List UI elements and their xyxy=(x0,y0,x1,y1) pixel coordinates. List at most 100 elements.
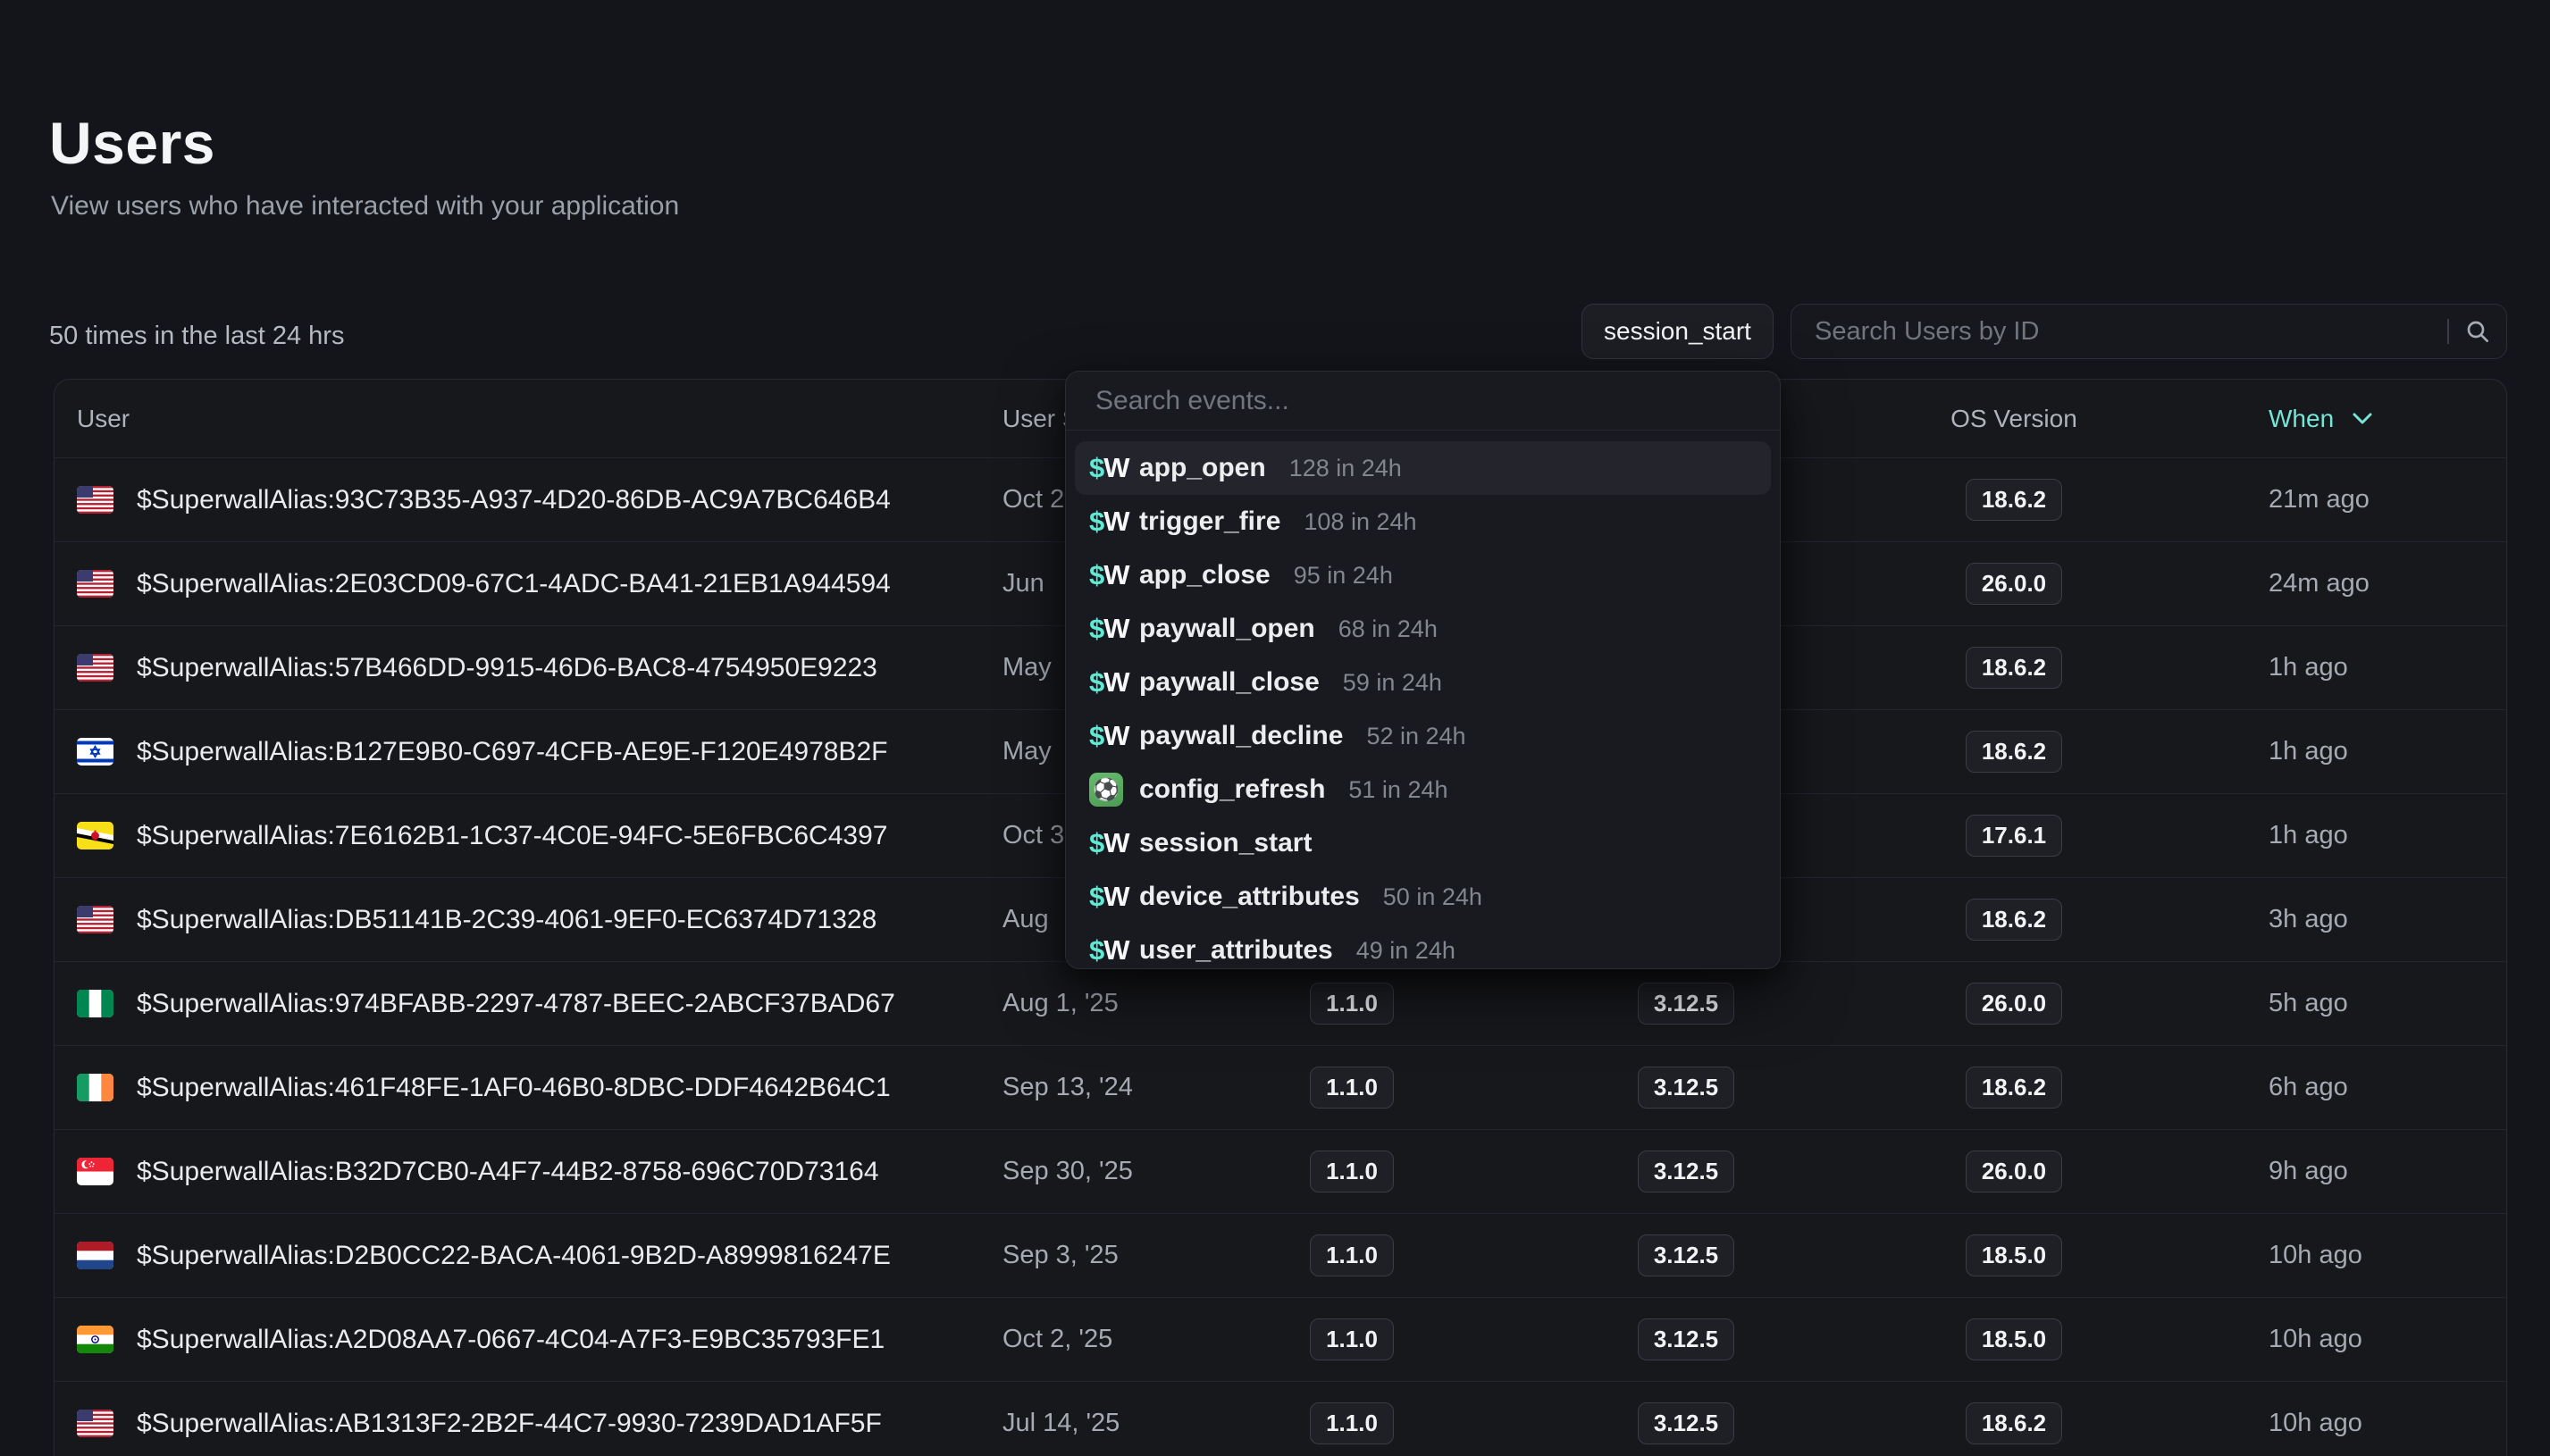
superwall-logo-icon: $W xyxy=(1089,666,1132,699)
event-option-paywall_open[interactable]: $Wpaywall_open68 in 24h xyxy=(1075,602,1771,656)
os-version-badge: 26.0.0 xyxy=(1966,983,2062,1025)
table-row[interactable]: $SuperwallAlias:461F48FE-1AF0-46B0-8DBC-… xyxy=(55,1045,2506,1129)
user-cell: $SuperwallAlias:974BFABB-2297-4787-BEEC-… xyxy=(55,989,1002,1019)
country-flag-nl-icon xyxy=(77,1242,113,1269)
user-search-input[interactable] xyxy=(1791,305,2447,358)
os-version-badge: 18.6.2 xyxy=(1966,731,2062,773)
app-version-badge: 1.1.0 xyxy=(1310,1067,1394,1109)
country-flag-us-icon xyxy=(77,570,113,598)
superwall-logo-icon: $W xyxy=(1089,613,1132,645)
user-cell: $SuperwallAlias:7E6162B1-1C37-4C0E-94FC-… xyxy=(55,821,1002,851)
user-since-value: Sep 3, '25 xyxy=(1002,1241,1236,1270)
app-version-badge: 1.1.0 xyxy=(1310,983,1394,1025)
country-flag-il-icon xyxy=(77,738,113,766)
os-version-badge: 18.6.2 xyxy=(1966,647,2062,689)
user-since-value: Sep 30, '25 xyxy=(1002,1157,1236,1186)
event-count: 51 in 24h xyxy=(1348,776,1447,804)
event-option-device_attributes[interactable]: $Wdevice_attributes 50 in 24h xyxy=(1075,870,1771,924)
superwall-logo-icon: $W xyxy=(1089,559,1132,591)
user-id: $SuperwallAlias:B32D7CB0-A4F7-44B2-8758-… xyxy=(137,1157,879,1187)
user-cell: $SuperwallAlias:A2D08AA7-0667-4C04-A7F3-… xyxy=(55,1325,1002,1355)
os-version-badge: 18.5.0 xyxy=(1966,1318,2062,1360)
when-value: 21m ago xyxy=(2124,485,2506,515)
table-row[interactable]: $SuperwallAlias:D2B0CC22-BACA-4061-9B2D-… xyxy=(55,1213,2506,1297)
header-user: User xyxy=(55,405,1002,433)
event-name: trigger_fire xyxy=(1139,506,1280,537)
table-row[interactable]: $SuperwallAlias:B32D7CB0-A4F7-44B2-8758-… xyxy=(55,1129,2506,1213)
user-cell: $SuperwallAlias:AB1313F2-2B2F-44C7-9930-… xyxy=(55,1409,1002,1439)
sdk-version-badge: 3.12.5 xyxy=(1638,1318,1734,1360)
search-icon[interactable] xyxy=(2449,317,2506,346)
app-version-badge: 1.1.0 xyxy=(1310,1234,1394,1276)
os-version-badge: 26.0.0 xyxy=(1966,1151,2062,1192)
event-filter-button[interactable]: session_start xyxy=(1581,304,1774,359)
user-id: $SuperwallAlias:D2B0CC22-BACA-4061-9B2D-… xyxy=(137,1241,891,1271)
when-value: 10h ago xyxy=(2124,1241,2506,1270)
app-version-badge: 1.1.0 xyxy=(1310,1402,1394,1444)
event-count: 49 in 24h xyxy=(1356,937,1455,965)
country-flag-us-icon xyxy=(77,654,113,682)
table-row[interactable]: $SuperwallAlias:A2D08AA7-0667-4C04-A7F3-… xyxy=(55,1297,2506,1381)
user-since-value: Jul 14, '25 xyxy=(1002,1409,1236,1438)
event-option-paywall_close[interactable]: $Wpaywall_close 59 in 24h xyxy=(1075,656,1771,709)
user-id: $SuperwallAlias:7E6162B1-1C37-4C0E-94FC-… xyxy=(137,821,887,851)
user-since-value: Sep 13, '24 xyxy=(1002,1073,1236,1102)
user-search-box xyxy=(1791,304,2507,359)
event-option-config_refresh[interactable]: ⚽config_refresh51 in 24h xyxy=(1075,763,1771,816)
page-title: Users xyxy=(49,109,215,177)
event-count: 108 in 24h xyxy=(1304,508,1416,536)
user-since-value: Oct 2, '25 xyxy=(1002,1325,1236,1354)
when-value: 9h ago xyxy=(2124,1157,2506,1186)
table-row[interactable]: $SuperwallAlias:974BFABB-2297-4787-BEEC-… xyxy=(55,961,2506,1045)
os-version-badge: 18.6.2 xyxy=(1966,899,2062,941)
user-cell: $SuperwallAlias:57B466DD-9915-46D6-BAC8-… xyxy=(55,653,1002,683)
sdk-version-badge: 3.12.5 xyxy=(1638,1151,1734,1192)
event-name: app_close xyxy=(1139,560,1271,590)
user-id: $SuperwallAlias:57B466DD-9915-46D6-BAC8-… xyxy=(137,653,877,683)
event-option-trigger_fire[interactable]: $Wtrigger_fire 108 in 24h xyxy=(1075,495,1771,548)
event-option-paywall_decline[interactable]: $Wpaywall_decline52 in 24h xyxy=(1075,709,1771,763)
header-when-sort[interactable]: When xyxy=(2124,405,2506,433)
os-version-badge: 26.0.0 xyxy=(1966,563,2062,605)
country-flag-us-icon xyxy=(77,1410,113,1437)
event-option-app_close[interactable]: $Wapp_close 95 in 24h xyxy=(1075,548,1771,602)
event-count: 50 in 24h xyxy=(1383,883,1482,911)
event-name: device_attributes xyxy=(1139,882,1360,912)
chevron-down-icon xyxy=(2352,412,2373,425)
user-cell: $SuperwallAlias:2E03CD09-67C1-4ADC-BA41-… xyxy=(55,569,1002,599)
user-cell: $SuperwallAlias:B127E9B0-C697-4CFB-AE9E-… xyxy=(55,737,1002,767)
os-version-badge: 18.6.2 xyxy=(1966,1067,2062,1109)
when-value: 10h ago xyxy=(2124,1325,2506,1354)
superwall-logo-icon: $W xyxy=(1089,506,1132,538)
table-row[interactable]: $SuperwallAlias:AB1313F2-2B2F-44C7-9930-… xyxy=(55,1381,2506,1456)
event-name: paywall_decline xyxy=(1139,721,1343,751)
os-version-badge: 18.5.0 xyxy=(1966,1234,2062,1276)
event-option-session_start[interactable]: $Wsession_start xyxy=(1075,816,1771,870)
when-value: 10h ago xyxy=(2124,1409,2506,1438)
user-cell: $SuperwallAlias:93C73B35-A937-4D20-86DB-… xyxy=(55,485,1002,515)
event-name: app_open xyxy=(1139,453,1266,483)
country-flag-ie-icon xyxy=(77,1074,113,1101)
when-value: 24m ago xyxy=(2124,569,2506,598)
config-app-icon: ⚽ xyxy=(1089,773,1132,807)
event-count: 68 in 24h xyxy=(1338,615,1438,643)
event-search-row xyxy=(1066,372,1780,431)
superwall-logo-icon: $W xyxy=(1089,881,1132,913)
user-cell: $SuperwallAlias:D2B0CC22-BACA-4061-9B2D-… xyxy=(55,1241,1002,1271)
app-version-badge: 1.1.0 xyxy=(1310,1151,1394,1192)
user-id: $SuperwallAlias:93C73B35-A937-4D20-86DB-… xyxy=(137,485,891,515)
superwall-logo-icon: $W xyxy=(1089,720,1132,752)
event-search-dropdown: $Wapp_open128 in 24h$Wtrigger_fire108 in… xyxy=(1065,371,1781,969)
users-page: Users View users who have interacted wit… xyxy=(0,0,2550,1456)
event-count: 59 in 24h xyxy=(1343,669,1442,697)
event-option-user_attributes[interactable]: $Wuser_attributes49 in 24h xyxy=(1075,924,1771,969)
event-search-input[interactable] xyxy=(1066,372,1780,430)
user-since-value: Aug 1, '25 xyxy=(1002,989,1236,1018)
event-option-app_open[interactable]: $Wapp_open128 in 24h xyxy=(1075,441,1771,495)
event-count: 95 in 24h xyxy=(1294,562,1393,590)
os-version-badge: 18.6.2 xyxy=(1966,479,2062,521)
sdk-version-badge: 3.12.5 xyxy=(1638,1402,1734,1444)
os-version-badge: 18.6.2 xyxy=(1966,1402,2062,1444)
event-name: paywall_close xyxy=(1139,667,1320,698)
when-value: 1h ago xyxy=(2124,821,2506,850)
